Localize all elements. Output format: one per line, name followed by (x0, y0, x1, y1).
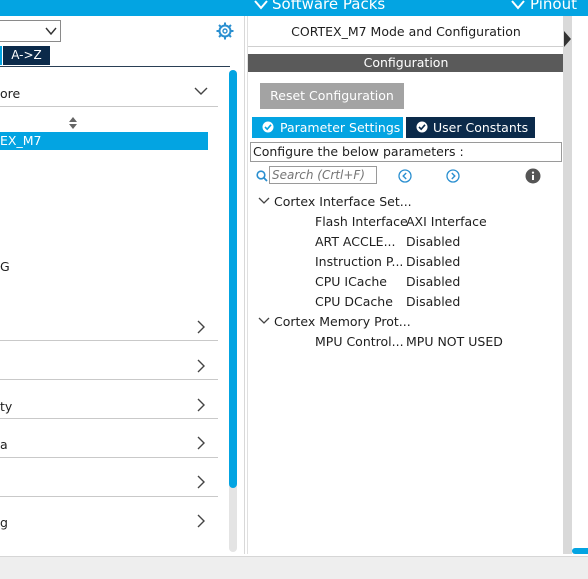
param-value[interactable]: Disabled (406, 274, 460, 289)
divider (0, 418, 218, 419)
param-name[interactable]: MPU Control... (315, 334, 404, 349)
check-circle-icon (262, 121, 274, 133)
category-header-label[interactable]: ore (0, 86, 20, 101)
tab-user-constants[interactable]: User Constants (406, 117, 535, 138)
tab-parameter-settings[interactable]: Parameter Settings (252, 117, 403, 138)
categories-sort-button[interactable] (0, 46, 2, 65)
scrollbar-thumb[interactable] (229, 70, 237, 488)
chevron-down-icon[interactable] (258, 316, 270, 325)
gear-icon[interactable] (216, 22, 234, 40)
panel-splitter[interactable] (563, 16, 572, 554)
list-item-label[interactable]: G (0, 259, 10, 274)
divider (0, 106, 218, 107)
divider (0, 457, 218, 458)
configure-parameters-label: Configure the below parameters : (250, 142, 562, 162)
previous-result-icon[interactable] (398, 169, 412, 183)
sort-underline (0, 66, 230, 67)
param-value[interactable]: AXI Interface (406, 214, 487, 229)
software-packs-menu[interactable]: Software Packs (272, 0, 385, 13)
divider (0, 340, 218, 341)
category-select[interactable] (0, 20, 61, 42)
sort-az-button[interactable]: A->Z (3, 46, 50, 65)
search-input[interactable] (269, 166, 377, 184)
param-value[interactable]: Disabled (406, 294, 460, 309)
chevron-down-icon[interactable] (253, 0, 269, 11)
top-menu-bar: Software Packs Pinout (0, 0, 588, 16)
sort-icon[interactable] (68, 116, 78, 130)
configuration-header: Configuration (248, 54, 564, 72)
divider (0, 496, 218, 497)
category-row[interactable] (0, 316, 218, 355)
category-row-label: a (0, 437, 8, 452)
chevron-right-icon (197, 320, 205, 334)
category-row[interactable] (0, 473, 218, 512)
scrollbar-thumb[interactable] (572, 548, 588, 554)
category-row[interactable]: a (0, 434, 218, 473)
param-name[interactable]: ART ACCLE... (315, 234, 396, 249)
reset-configuration-button[interactable]: Reset Configuration (260, 83, 404, 109)
bottom-status-bar (0, 556, 588, 579)
category-row-label: ty (0, 399, 13, 414)
divider (0, 379, 218, 380)
chevron-right-icon (197, 436, 205, 450)
chevron-down-icon[interactable] (510, 0, 526, 11)
chevron-right-icon (197, 359, 205, 373)
param-name[interactable]: CPU ICache (315, 274, 387, 289)
param-name[interactable]: Instruction P... (315, 254, 403, 269)
category-row[interactable]: ty (0, 395, 218, 434)
category-row[interactable] (0, 356, 218, 395)
mode-configuration-panel: CORTEX_M7 Mode and Configuration Configu… (247, 16, 564, 554)
divider (248, 46, 564, 47)
pinout-menu[interactable]: Pinout (530, 0, 577, 13)
check-circle-icon (416, 121, 428, 133)
tree-group-label[interactable]: Cortex Memory Prot... (274, 314, 411, 329)
category-row-label: g (0, 515, 8, 530)
selected-list-item[interactable]: EX_M7 (0, 132, 208, 150)
chevron-right-icon (197, 514, 205, 528)
chevron-right-icon (197, 398, 205, 412)
param-value[interactable]: Disabled (406, 234, 460, 249)
category-row[interactable]: g (0, 512, 218, 551)
next-result-icon[interactable] (446, 169, 460, 183)
param-value[interactable]: MPU NOT USED (406, 334, 503, 349)
categories-panel: A->Z ore EX_M7 G ty a g (0, 16, 245, 554)
tab-label: User Constants (433, 120, 529, 135)
chevron-down-icon[interactable] (258, 196, 270, 205)
collapse-arrow-icon[interactable] (563, 30, 572, 48)
tree-group-label[interactable]: Cortex Interface Set... (274, 194, 412, 209)
param-name[interactable]: Flash Interface (315, 214, 408, 229)
scrollbar-track[interactable] (229, 70, 237, 552)
param-name[interactable]: CPU DCache (315, 294, 393, 309)
chevron-right-icon (197, 475, 205, 489)
info-icon[interactable] (525, 168, 541, 184)
search-icon (256, 170, 268, 182)
param-value[interactable]: Disabled (406, 254, 460, 269)
list-item-label: EX_M7 (0, 133, 42, 148)
panel-title: CORTEX_M7 Mode and Configuration (291, 24, 521, 39)
tab-label: Parameter Settings (280, 120, 401, 135)
chevron-down-icon[interactable] (194, 86, 208, 96)
chevron-down-icon (45, 27, 57, 36)
